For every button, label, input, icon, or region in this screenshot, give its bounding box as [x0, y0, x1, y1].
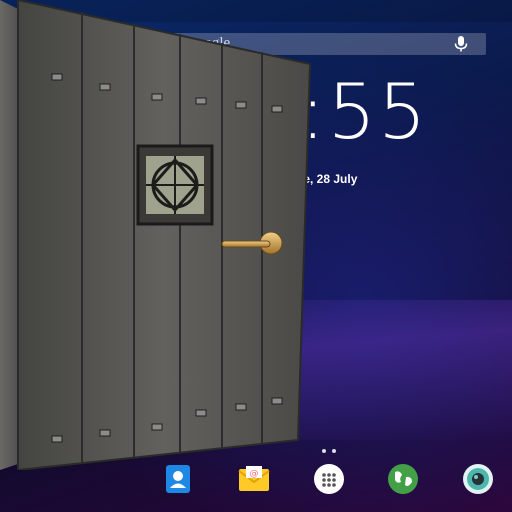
- page-dot: [322, 449, 326, 453]
- page-indicator: [322, 449, 338, 453]
- contacts-icon: [166, 465, 190, 493]
- page-dot: [332, 449, 336, 453]
- app-drawer-button[interactable]: [313, 463, 345, 495]
- globe-icon: [388, 464, 418, 494]
- svg-text:@: @: [250, 469, 259, 479]
- camera-icon: [463, 464, 493, 494]
- app-drawer-icon: [314, 464, 344, 494]
- door-grille-window: [136, 144, 214, 226]
- camera-button[interactable]: [462, 463, 494, 495]
- contacts-button[interactable]: [162, 463, 194, 495]
- microphone-icon[interactable]: [454, 36, 468, 52]
- email-icon: @: [238, 466, 270, 491]
- email-button[interactable]: @: [238, 463, 270, 495]
- browser-button[interactable]: [387, 463, 419, 495]
- door-live-wallpaper: [0, 0, 312, 470]
